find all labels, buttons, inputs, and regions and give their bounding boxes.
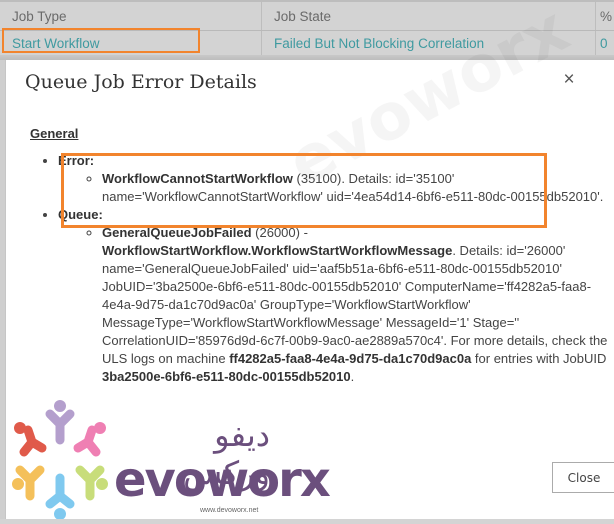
devoworx-logo: ديفو وركس evoworx www.devoworx.net xyxy=(10,400,331,520)
queue-item: Queue: GeneralQueueJobFailed (26000) - W… xyxy=(58,206,614,386)
people-logo-icon xyxy=(12,400,108,520)
close-button[interactable]: Close xyxy=(552,462,614,493)
percent-complete: 0 xyxy=(600,35,608,51)
error-detail: WorkflowCannotStartWorkflow (35100). Det… xyxy=(102,170,614,206)
dialog-title: Queue Job Error Details xyxy=(25,71,257,93)
error-label: Error: xyxy=(58,153,95,168)
queue-code: (26000) - xyxy=(251,225,308,240)
queue-job-error-dialog: evoworx Queue Job Error Details × Genera… xyxy=(5,0,614,520)
column-header-job-state[interactable]: Job State xyxy=(262,2,596,30)
highlight-box-job-type xyxy=(2,28,200,53)
logo-url: www.devoworx.net xyxy=(200,507,259,514)
queue-message-type: WorkflowStartWorkflow.WorkflowStartWorkf… xyxy=(102,243,453,258)
job-uid: 3ba2500e-6bf6-e511-80dc-00155db52010 xyxy=(102,369,351,384)
error-list: Error: WorkflowCannotStartWorkflow (3510… xyxy=(30,152,614,386)
section-heading-general: General xyxy=(30,126,79,141)
job-state-link[interactable]: Failed But Not Blocking Correlation xyxy=(262,31,596,55)
queue-error-name: GeneralQueueJobFailed xyxy=(102,225,252,240)
queue-end: . xyxy=(350,369,355,384)
column-header-percent[interactable]: % xyxy=(596,2,614,30)
entries-text: for entries with JobUID xyxy=(471,351,607,366)
logo-brand-text: evoworx xyxy=(114,452,331,508)
grid-header-row: Job Type Job State % xyxy=(0,2,614,31)
machine-id: ff4282a5-faa8-4e4a-9d75-da1c70d9ac0a xyxy=(229,351,472,366)
queue-label: Queue: xyxy=(58,207,103,222)
queue-details-text: . Details: id='26000' name='GeneralQueue… xyxy=(102,243,608,366)
error-details: Error: WorkflowCannotStartWorkflow (3510… xyxy=(30,152,614,386)
queue-detail: GeneralQueueJobFailed (26000) - Workflow… xyxy=(102,224,614,386)
error-item: Error: WorkflowCannotStartWorkflow (3510… xyxy=(58,152,614,206)
column-header-job-type[interactable]: Job Type xyxy=(0,2,262,30)
error-name: WorkflowCannotStartWorkflow xyxy=(102,171,293,186)
close-icon[interactable]: × xyxy=(561,70,577,89)
